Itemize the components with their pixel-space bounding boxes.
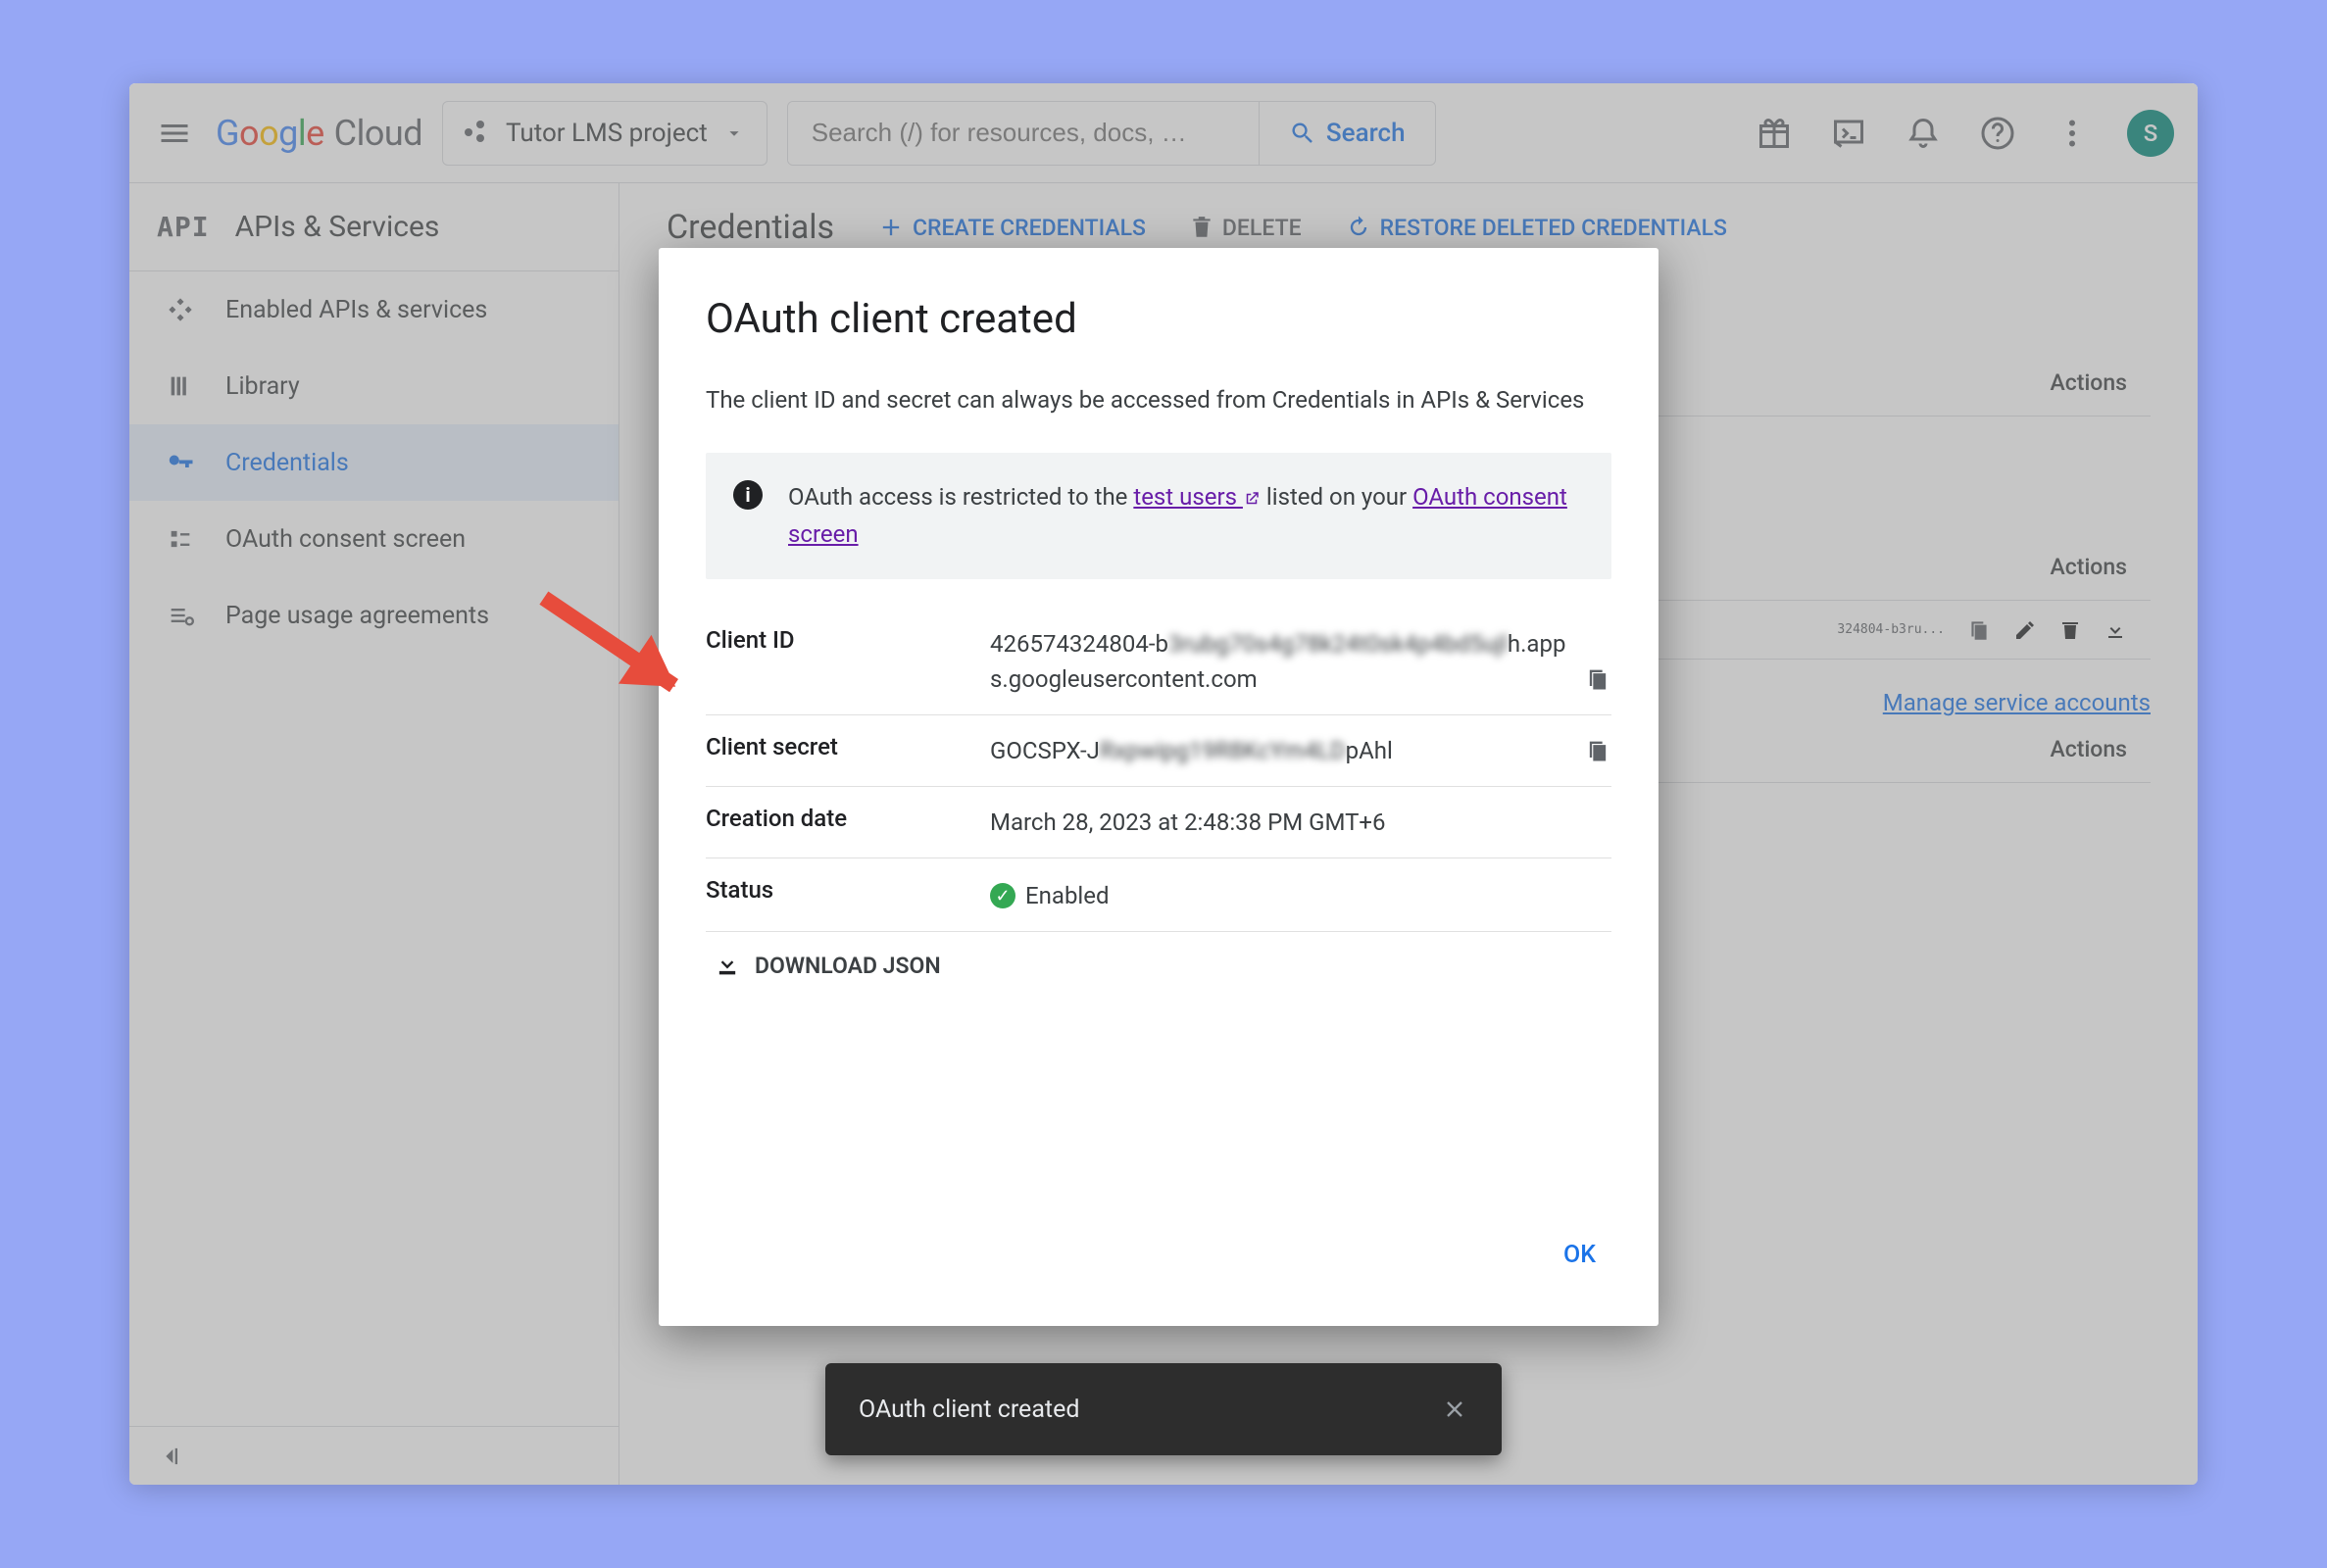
status-label: Status xyxy=(706,876,990,914)
creation-date-value: March 28, 2023 at 2:48:38 PM GMT+6 xyxy=(990,805,1611,840)
test-users-link[interactable]: test users xyxy=(1133,483,1261,511)
ok-button[interactable]: OK xyxy=(1548,1231,1611,1279)
info-icon: i xyxy=(733,480,763,510)
status-value: ✓Enabled xyxy=(990,876,1611,914)
modal-title: OAuth client created xyxy=(706,295,1611,343)
download-json-button[interactable]: DOWNLOAD JSON xyxy=(706,932,1611,999)
copy-icon[interactable] xyxy=(1584,665,1611,693)
client-secret-label: Client secret xyxy=(706,733,990,768)
external-link-icon xyxy=(1243,490,1261,508)
modal-description: The client ID and secret can always be a… xyxy=(706,382,1611,417)
toast: OAuth client created xyxy=(825,1363,1502,1455)
check-icon: ✓ xyxy=(990,883,1015,908)
close-icon[interactable] xyxy=(1441,1396,1468,1423)
client-id-label: Client ID xyxy=(706,626,990,697)
client-secret-value: GOCSPX-JRxpwipg19R8KcYm4LDpAhl xyxy=(990,733,1611,768)
client-id-value: 426574324804-b3rubg70s4g78k24t0sk4p4bd5u… xyxy=(990,626,1611,697)
creation-date-label: Creation date xyxy=(706,805,990,840)
copy-icon[interactable] xyxy=(1584,737,1611,764)
oauth-client-modal: OAuth client created The client ID and s… xyxy=(659,248,1659,1326)
info-box: i OAuth access is restricted to the test… xyxy=(706,453,1611,579)
toast-message: OAuth client created xyxy=(859,1396,1079,1424)
download-icon xyxy=(714,952,741,979)
